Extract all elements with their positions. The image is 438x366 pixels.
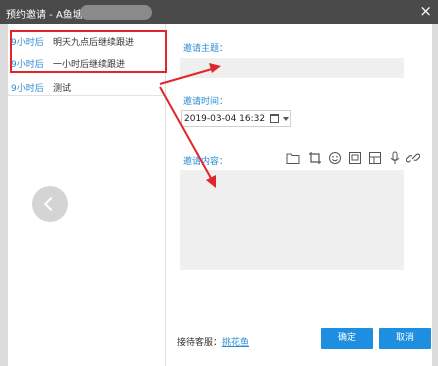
chevron-down-icon[interactable]: [283, 117, 289, 121]
datetime-picker[interactable]: 2019-03-04 16:32: [181, 110, 291, 127]
subject-input[interactable]: [180, 58, 404, 78]
close-icon[interactable]: ×: [419, 3, 432, 19]
title-bar: 预约邀请 - A鱼塘 ×: [0, 0, 438, 24]
folder-icon[interactable]: [286, 151, 300, 165]
calendar-icon[interactable]: [270, 114, 279, 123]
window-frame-right: [432, 24, 438, 366]
emoji-icon[interactable]: [328, 151, 342, 165]
reception-link[interactable]: 挑花鱼: [222, 338, 249, 348]
confirm-button[interactable]: 确定: [321, 328, 373, 349]
reception-label: 接待客服：: [177, 338, 223, 348]
time-label: 邀请时间：: [183, 97, 229, 107]
datetime-value: 2019-03-04 16:32: [184, 114, 266, 124]
image-icon[interactable]: [348, 151, 362, 165]
item-time: 9小时后: [11, 84, 44, 94]
crop-icon[interactable]: [308, 151, 322, 165]
followup-list: 9小时后 明天九点后继续跟进 9小时后 一小时后继续跟进 9小时后 测试: [8, 24, 167, 366]
cancel-button[interactable]: 取消: [379, 328, 431, 349]
redacted-mask: [80, 5, 152, 20]
chevron-left-icon: [43, 196, 59, 212]
template-icon[interactable]: [368, 151, 382, 165]
subject-label: 邀请主题：: [183, 44, 229, 54]
link-icon[interactable]: [405, 151, 421, 165]
reception-info: 接待客服：挑花鱼: [177, 335, 249, 348]
content-textarea[interactable]: [180, 170, 404, 270]
content-label: 邀请内容：: [183, 157, 229, 167]
previous-button[interactable]: [32, 186, 68, 222]
window-title: 预约邀请 - A鱼塘: [6, 10, 83, 21]
item-text: 测试: [53, 84, 72, 94]
window-frame-left: [0, 24, 8, 366]
list-item[interactable]: 9小时后 测试: [8, 76, 166, 96]
highlight-box: [10, 30, 167, 73]
microphone-icon[interactable]: [388, 151, 402, 165]
